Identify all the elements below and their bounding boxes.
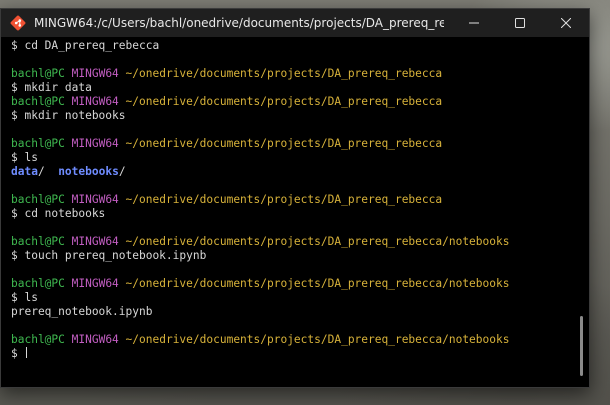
close-icon: [561, 18, 571, 28]
input-line[interactable]: $: [11, 347, 571, 361]
prompt-path: ~/onedrive/documents/projects/DA_prereq_…: [125, 235, 510, 248]
command-line: $ ls: [11, 291, 38, 304]
prompt-user-host: bachl@PC: [11, 67, 65, 80]
prompt-path: ~/onedrive/documents/projects/DA_prereq_…: [125, 67, 443, 80]
maximize-button[interactable]: [497, 9, 543, 37]
command-line: $ mkdir notebooks: [11, 109, 126, 122]
prompt-system: MINGW64: [71, 277, 119, 290]
command-line: $ cd DA_prereq_rebecca: [11, 39, 160, 52]
prompt-system: MINGW64: [71, 235, 119, 248]
text-cursor: [26, 347, 28, 358]
prompt-system: MINGW64: [71, 333, 119, 346]
directory-suffix: /: [118, 165, 126, 178]
prompt-user-host: bachl@PC: [11, 137, 65, 150]
close-button[interactable]: [543, 9, 589, 37]
prompt-system: MINGW64: [71, 95, 119, 108]
prompt-user-host: bachl@PC: [11, 333, 65, 346]
minimize-button[interactable]: [451, 9, 497, 37]
scrollbar-thumb[interactable]: [580, 316, 583, 376]
prompt-path: ~/onedrive/documents/projects/DA_prereq_…: [125, 193, 443, 206]
prompt-system: MINGW64: [71, 193, 119, 206]
ls-output: data/ notebooks/: [11, 165, 571, 179]
prompt-system: MINGW64: [71, 67, 119, 80]
prompt-path: ~/onedrive/documents/projects/DA_prereq_…: [125, 277, 510, 290]
prompt-path: ~/onedrive/documents/projects/DA_prereq_…: [125, 95, 443, 108]
prompt-path: ~/onedrive/documents/projects/DA_prereq_…: [125, 137, 443, 150]
git-bash-icon: [10, 15, 26, 31]
prompt-path: ~/onedrive/documents/projects/DA_prereq_…: [125, 333, 510, 346]
command-line: $ ls: [11, 151, 38, 164]
command-line: prereq_notebook.ipynb: [11, 305, 153, 318]
prompt-line: bachl@PC MINGW64 ~/onedrive/documents/pr…: [11, 235, 571, 249]
prompt-line: bachl@PC MINGW64 ~/onedrive/documents/pr…: [11, 95, 571, 109]
terminal-output: $ cd DA_prereq_rebecca bachl@PC MINGW64 ~…: [11, 39, 571, 361]
input-prompt: $: [11, 347, 25, 360]
prompt-line: bachl@PC MINGW64 ~/onedrive/documents/pr…: [11, 193, 571, 207]
prompt-system: MINGW64: [71, 137, 119, 150]
prompt-line: bachl@PC MINGW64 ~/onedrive/documents/pr…: [11, 333, 571, 347]
prompt-line: bachl@PC MINGW64 ~/onedrive/documents/pr…: [11, 67, 571, 81]
window-controls: [451, 9, 589, 37]
command-line: $ mkdir data: [11, 81, 92, 94]
terminal-window[interactable]: MINGW64:/c/Users/bachl/onedrive/document…: [0, 8, 590, 388]
terminal-area[interactable]: $ cd DA_prereq_rebecca bachl@PC MINGW64 ~…: [1, 38, 589, 387]
prompt-line: bachl@PC MINGW64 ~/onedrive/documents/pr…: [11, 137, 571, 151]
entry-gap: [45, 165, 58, 178]
prompt-line: bachl@PC MINGW64 ~/onedrive/documents/pr…: [11, 277, 571, 291]
command-line: $ cd notebooks: [11, 207, 106, 220]
title-bar[interactable]: MINGW64:/c/Users/bachl/onedrive/document…: [1, 9, 589, 37]
prompt-user-host: bachl@PC: [11, 277, 65, 290]
prompt-user-host: bachl@PC: [11, 235, 65, 248]
prompt-user-host: bachl@PC: [11, 193, 65, 206]
command-line: $ touch prereq_notebook.ipynb: [11, 249, 207, 262]
directory-entry: notebooks: [58, 165, 119, 178]
window-title: MINGW64:/c/Users/bachl/onedrive/document…: [34, 16, 444, 30]
maximize-icon: [515, 18, 525, 28]
minimize-icon: [469, 22, 479, 24]
directory-suffix: /: [37, 165, 45, 178]
directory-entry: data: [11, 165, 38, 178]
prompt-user-host: bachl@PC: [11, 95, 65, 108]
